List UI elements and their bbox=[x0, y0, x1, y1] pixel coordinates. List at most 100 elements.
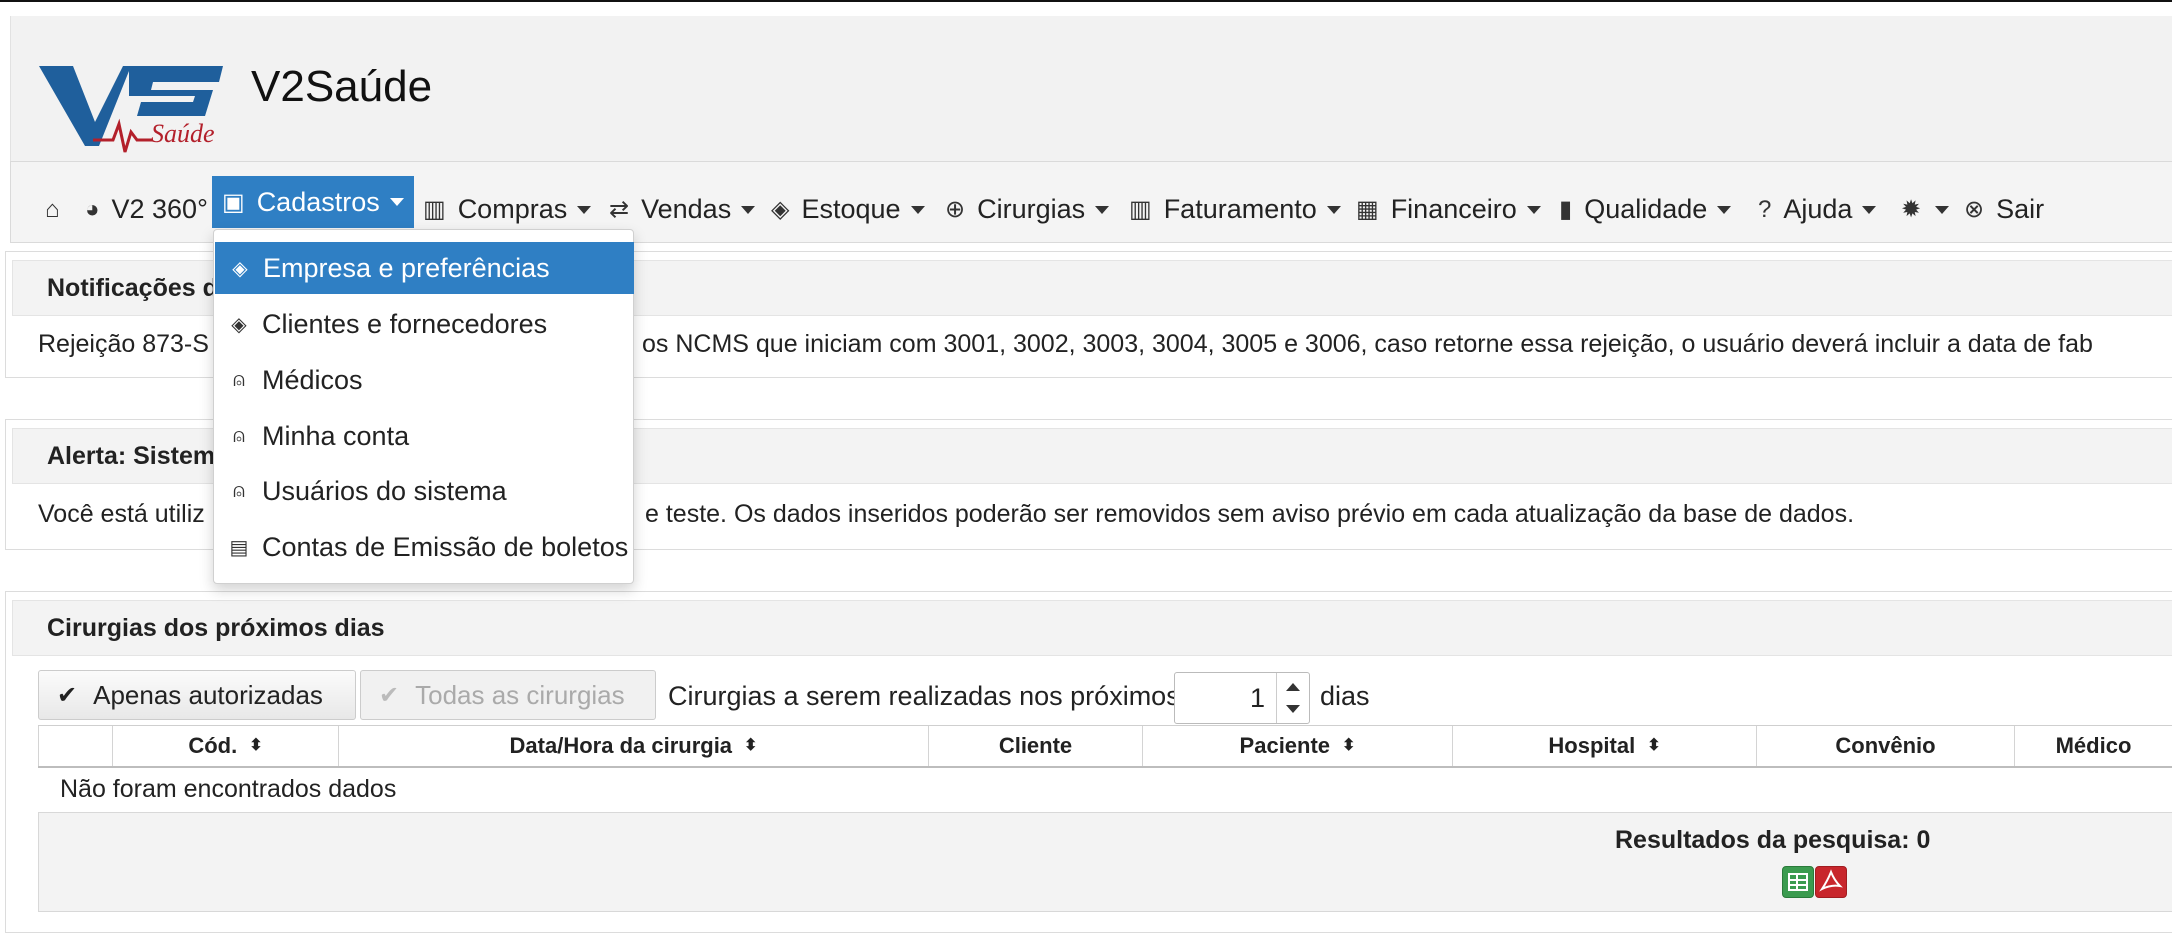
menu-label: V2 360° bbox=[111, 194, 208, 224]
menu-cadastros[interactable]: ▣ Cadastros bbox=[212, 176, 414, 228]
column-header-paciente[interactable]: Paciente ⬍ bbox=[1142, 726, 1452, 766]
sort-icon: ⬍ bbox=[249, 737, 263, 754]
column-header-data-hora[interactable]: Data/Hora da cirurgia ⬍ bbox=[338, 726, 928, 766]
pie-chart-icon: ◕ bbox=[85, 195, 100, 223]
empty-message: Não foram encontrados dados bbox=[60, 775, 397, 803]
column-header-medico[interactable]: Médico bbox=[2014, 726, 2172, 766]
app-title: V2Saúde bbox=[251, 62, 433, 111]
dropdown-item-label: Empresa e preferências bbox=[263, 252, 550, 283]
days-value: 1 bbox=[1249, 683, 1265, 713]
menu-label: Vendas bbox=[641, 194, 732, 224]
dropdown-item-minha-conta[interactable]: ⍝ Minha conta bbox=[214, 410, 633, 462]
table-header: Cód. ⬍ Data/Hora da cirurgia ⬍ Cliente P… bbox=[38, 725, 2172, 768]
chevron-down-icon bbox=[577, 205, 592, 214]
column-label: Cliente bbox=[998, 733, 1073, 758]
menu-estoque[interactable]: ◈ Estoque bbox=[771, 176, 925, 243]
apenas-autorizadas-button[interactable]: ✔ Apenas autorizadas bbox=[38, 670, 356, 720]
panel-title: Cirurgias dos próximos dias bbox=[12, 600, 2172, 656]
menu-label: Compras bbox=[457, 194, 568, 224]
export-excel-icon[interactable] bbox=[1782, 866, 1814, 898]
chevron-down-icon bbox=[1862, 205, 1877, 214]
exchange-icon: ⇄ bbox=[609, 196, 630, 223]
chevron-down-icon bbox=[1935, 205, 1950, 214]
check-icon: ✔ bbox=[57, 681, 78, 709]
chevron-down-icon bbox=[1326, 205, 1341, 214]
days-suffix-label: dias bbox=[1320, 681, 1370, 711]
dropdown-item-label: Médicos bbox=[262, 364, 363, 395]
chevron-down-icon bbox=[910, 205, 925, 214]
menu-faturamento[interactable]: ▥ Faturamento bbox=[1129, 176, 1341, 243]
notification-text-left: Rejeição 873-S bbox=[38, 330, 209, 358]
plus-circle-icon: ⊕ bbox=[945, 196, 966, 223]
tag-icon: ◈ bbox=[232, 257, 248, 280]
dropdown-item-clientes[interactable]: ◈ Clientes e fornecedores bbox=[214, 298, 633, 350]
menu-sair[interactable]: ⊗ Sair bbox=[1964, 176, 2044, 243]
column-header-cod[interactable]: Cód. ⬍ bbox=[112, 726, 338, 766]
stepper-up-icon[interactable] bbox=[1286, 683, 1300, 691]
menu-ajuda[interactable]: ? Ajuda bbox=[1758, 176, 1877, 243]
sort-icon: ⬍ bbox=[1647, 737, 1661, 754]
chevron-down-icon bbox=[1717, 205, 1732, 214]
dropdown-item-label: Usuários do sistema bbox=[262, 475, 507, 506]
column-label: Médico bbox=[2055, 733, 2132, 758]
alert-text-right: e teste. Os dados inseridos poderão ser … bbox=[645, 500, 1855, 528]
check-icon: ✔ bbox=[379, 681, 400, 709]
stepper-arrows bbox=[1276, 673, 1309, 723]
export-pdf-icon[interactable] bbox=[1815, 866, 1847, 898]
chevron-down-icon bbox=[389, 198, 404, 206]
sort-icon: ⬍ bbox=[1342, 737, 1356, 754]
menu-label: Ajuda bbox=[1783, 194, 1853, 224]
sort-icon: ⬍ bbox=[744, 737, 758, 754]
dropdown-item-label: Contas de Emissão de boletos bbox=[262, 531, 629, 562]
menu-settings[interactable]: ✹ bbox=[1901, 176, 1950, 243]
menu-home[interactable]: ⌂ bbox=[45, 176, 72, 243]
menu-qualidade[interactable]: ▮ Qualidade bbox=[1559, 176, 1732, 243]
excel-grid-glyph bbox=[1788, 873, 1808, 891]
chevron-down-icon bbox=[741, 205, 756, 214]
book-icon: ▮ bbox=[1559, 196, 1573, 223]
empty-table-row: Não foram encontrados dados bbox=[38, 767, 2172, 813]
days-stepper[interactable]: 1 bbox=[1174, 672, 1310, 724]
menu-financeiro[interactable]: ▦ Financeiro bbox=[1356, 176, 1541, 243]
menu-v2-360[interactable]: ◕ V2 360° bbox=[85, 176, 208, 243]
user-icon: ⍝ bbox=[233, 479, 245, 502]
column-label: Convênio bbox=[1835, 733, 1936, 758]
app-logo: Saúde bbox=[39, 66, 223, 153]
menu-label: Financeiro bbox=[1390, 194, 1517, 224]
column-header-hospital[interactable]: Hospital ⬍ bbox=[1452, 726, 1756, 766]
app-header: Saúde V2Saúde bbox=[10, 16, 2172, 161]
chevron-down-icon bbox=[1095, 205, 1110, 214]
stepper-down-icon[interactable] bbox=[1286, 705, 1300, 713]
dropdown-item-empresa[interactable]: ◈ Empresa e preferências bbox=[215, 242, 634, 294]
menu-cirurgias[interactable]: ⊕ Cirurgias bbox=[945, 176, 1110, 243]
days-prefix-label: Cirurgias a serem realizadas nos próximo… bbox=[668, 681, 1180, 711]
column-label: Paciente bbox=[1239, 733, 1331, 758]
table-icon: ▦ bbox=[1356, 196, 1379, 223]
tag-icon: ◈ bbox=[771, 196, 790, 223]
button-label: Apenas autorizadas bbox=[93, 679, 323, 710]
cadastros-dropdown-menu: ◈ Empresa e preferências ◈ Clientes e fo… bbox=[213, 229, 634, 584]
home-icon: ⌂ bbox=[45, 195, 60, 223]
column-header-convenio[interactable]: Convênio bbox=[1756, 726, 2014, 766]
menu-label: Cadastros bbox=[256, 186, 380, 217]
dropdown-item-label: Minha conta bbox=[262, 420, 410, 451]
column-label: Hospital bbox=[1548, 733, 1636, 758]
menu-label: Cirurgias bbox=[977, 194, 1086, 224]
pdf-glyph bbox=[1819, 869, 1843, 892]
dropdown-item-contas-boletos[interactable]: ▤ Contas de Emissão de boletos bbox=[214, 521, 633, 573]
user-icon: ⍝ bbox=[233, 368, 245, 391]
chevron-down-icon bbox=[1526, 205, 1541, 214]
dropdown-item-label: Clientes e fornecedores bbox=[262, 308, 548, 339]
alert-text-left: Você está utiliz bbox=[38, 500, 205, 528]
dropdown-item-medicos[interactable]: ⍝ Médicos bbox=[214, 354, 633, 406]
dropdown-item-usuarios[interactable]: ⍝ Usuários do sistema bbox=[214, 465, 633, 517]
todas-cirurgias-button[interactable]: ✔ Todas as cirurgias bbox=[360, 670, 656, 720]
button-label: Todas as cirurgias bbox=[415, 679, 625, 710]
id-card-icon: ▤ bbox=[229, 536, 249, 559]
user-icon: ⍝ bbox=[233, 424, 245, 447]
briefcase-icon: ▥ bbox=[423, 196, 446, 223]
column-header-cliente[interactable]: Cliente bbox=[928, 726, 1142, 766]
notification-text-right: os NCMS que iniciam com 3001, 3002, 3003… bbox=[642, 330, 2093, 358]
window-top-border bbox=[0, 0, 2172, 2]
column-label: Data/Hora da cirurgia bbox=[509, 733, 733, 758]
